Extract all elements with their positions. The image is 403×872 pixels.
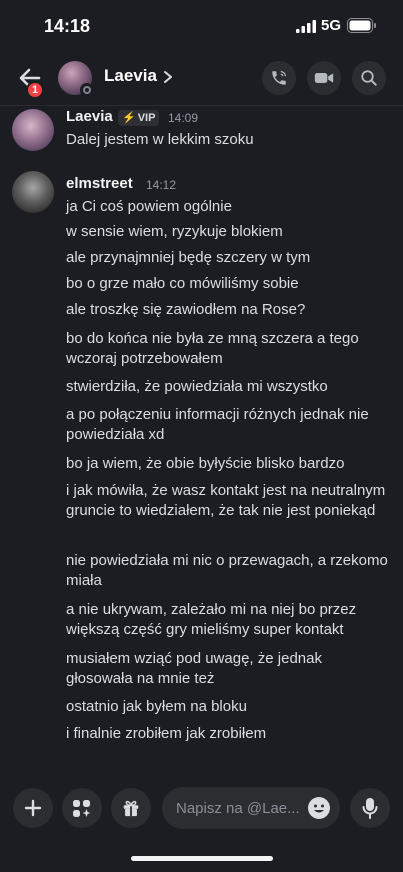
message-text: i jak mówiła, że wasz kontakt jest na ne… bbox=[66, 482, 386, 519]
message-text: bo do końca nie była ze mną szczera a te… bbox=[66, 330, 359, 367]
search-icon bbox=[361, 70, 377, 86]
message-text: musiałem wziąć pod uwagę, że jednak głos… bbox=[66, 650, 322, 687]
channel-name[interactable]: Laevia bbox=[104, 66, 157, 86]
plus-icon bbox=[24, 799, 42, 817]
video-camera-icon bbox=[314, 73, 334, 83]
message-text: stwierdziła, że powiedziała mi wszystko bbox=[66, 378, 328, 395]
vip-label: VIP bbox=[137, 112, 156, 124]
message-text: ale przynajmniej będę szczery w tym bbox=[66, 249, 311, 266]
message-author[interactable]: elmstreet bbox=[66, 175, 133, 192]
voice-button[interactable] bbox=[350, 788, 390, 828]
message-input[interactable] bbox=[176, 787, 306, 829]
message-timestamp: 14:09 bbox=[168, 111, 199, 125]
microphone-icon bbox=[362, 798, 378, 819]
message-text: ja Ci coś powiem ogólnie bbox=[66, 198, 232, 215]
search-button[interactable] bbox=[352, 61, 386, 95]
apps-icon bbox=[73, 800, 91, 817]
message-text: bo o grze mało co mówiliśmy sobie bbox=[66, 275, 299, 292]
apps-button[interactable] bbox=[62, 788, 102, 828]
message-text: Dalej jestem w lekkim szoku bbox=[66, 131, 254, 148]
message-timestamp: 14:12 bbox=[146, 178, 177, 192]
header-divider bbox=[0, 105, 403, 106]
avatar[interactable] bbox=[12, 171, 54, 213]
status-indicator bbox=[80, 83, 94, 97]
avatar[interactable] bbox=[12, 109, 54, 151]
message-author[interactable]: Laevia bbox=[66, 108, 113, 125]
lightning-icon: ⚡ bbox=[122, 112, 136, 124]
message-text: w sensie wiem, ryzykuje blokiem bbox=[66, 223, 283, 240]
gift-icon bbox=[123, 800, 139, 817]
gift-button[interactable] bbox=[111, 788, 151, 828]
vip-badge: ⚡ VIP bbox=[118, 110, 160, 126]
video-call-button[interactable] bbox=[307, 61, 341, 95]
add-button[interactable] bbox=[13, 788, 53, 828]
chevron-right-icon[interactable] bbox=[163, 70, 173, 84]
status-bar: 14:18 5G bbox=[0, 0, 403, 50]
message-text: bo ja wiem, że obie byłyście blisko bard… bbox=[66, 455, 345, 472]
status-time: 14:18 bbox=[44, 16, 91, 36]
message-text: i finalnie zrobiłem jak zrobiłem bbox=[66, 725, 267, 742]
message-composer bbox=[0, 785, 403, 831]
call-button[interactable] bbox=[262, 61, 296, 95]
unread-badge: 1 bbox=[26, 81, 44, 99]
message-input-container[interactable] bbox=[162, 787, 340, 829]
message-text: a po połączeniu informacji różnych jedna… bbox=[66, 406, 369, 443]
message-text: ale troszkę się zawiodłem na Rose? bbox=[66, 301, 306, 318]
home-indicator[interactable] bbox=[131, 856, 273, 861]
message-text: a nie ukrywam, zależało mi na niej bo pr… bbox=[66, 601, 357, 638]
network-label: 5G bbox=[321, 17, 342, 34]
chat-header: 1 Laevia bbox=[0, 50, 403, 106]
message-text: ostatnio jak byłem na bloku bbox=[66, 698, 247, 715]
message-text: nie powiedziała mi nic o przewagach, a r… bbox=[66, 552, 388, 589]
battery-icon bbox=[347, 18, 376, 33]
phone-icon bbox=[272, 71, 286, 85]
emoji-icon[interactable] bbox=[307, 796, 331, 820]
signal-icon bbox=[296, 20, 316, 33]
